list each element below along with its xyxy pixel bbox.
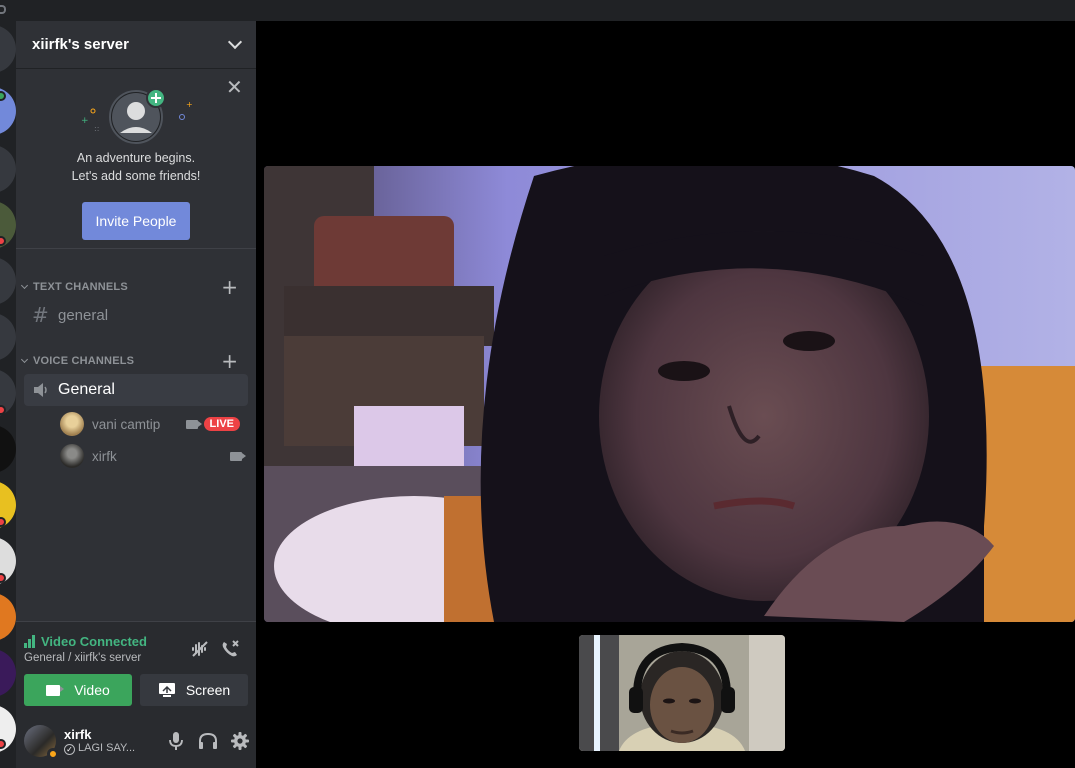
window-corner-icon: [0, 5, 6, 14]
close-icon[interactable]: ✕: [226, 77, 243, 97]
voice-user[interactable]: xirfk: [60, 441, 248, 471]
server-header[interactable]: xiirfk's server: [16, 21, 256, 69]
screen-share-icon: [158, 683, 175, 697]
user-panel: xirfk ✓ LAGI SAY...: [16, 713, 256, 768]
user-info[interactable]: xirfk ✓ LAGI SAY...: [64, 727, 160, 755]
microphone-icon: [169, 731, 183, 750]
user-settings-button[interactable]: [224, 725, 256, 757]
video-camera-icon: [46, 684, 65, 696]
voice-connection-panel: Video Connected General / xiirfk's serve…: [16, 621, 256, 713]
category-voice-channels[interactable]: VOICE CHANNELS +: [16, 351, 256, 371]
svg-text:+: +: [81, 116, 89, 126]
svg-text:+: +: [186, 100, 193, 109]
notification-dot: [0, 573, 6, 583]
add-channel-icon[interactable]: +: [221, 351, 238, 371]
server-icon[interactable]: [0, 25, 16, 73]
idle-status-icon: [47, 747, 59, 760]
live-badge: LIVE: [203, 417, 240, 431]
custom-status: ✓ LAGI SAY...: [64, 742, 160, 755]
notification-dot: [0, 517, 6, 527]
chevron-down-icon: [20, 281, 29, 290]
video-button[interactable]: Video: [24, 674, 132, 706]
video-tile-xirfk[interactable]: [579, 635, 785, 751]
deafen-button[interactable]: [192, 725, 224, 757]
invite-line-1: An adventure begins.: [76, 151, 196, 165]
mute-button[interactable]: [160, 725, 192, 757]
screen-share-button[interactable]: Screen: [140, 674, 248, 706]
gear-icon: [231, 731, 249, 750]
avatar: [60, 444, 84, 468]
voice-video-stage: [256, 21, 1075, 768]
chevron-down-icon: [20, 355, 29, 364]
connection-status[interactable]: Video Connected: [24, 634, 147, 649]
avatar: [60, 412, 84, 436]
invite-line-2: Let's add some friends!: [71, 169, 201, 183]
svg-text:::: ::: [94, 124, 99, 133]
connection-status-label: Video Connected: [41, 634, 147, 649]
check-circle-icon: ✓: [64, 743, 75, 755]
category-label: VOICE CHANNELS: [33, 355, 135, 367]
video-tile-vani-camtip[interactable]: [264, 166, 1075, 622]
channel-name: General: [58, 381, 115, 398]
webcam-feed-image: [579, 635, 785, 751]
connection-channel[interactable]: General / xiirfk's server: [24, 652, 141, 664]
voice-user-name: xirfk: [92, 448, 117, 464]
server-icon[interactable]: [0, 649, 16, 697]
webcam-feed-image: [264, 166, 1075, 622]
notification-dot: [0, 405, 6, 415]
invite-message: An adventure begins. Let's add some frie…: [16, 149, 256, 185]
voice-user[interactable]: vani camtip LIVE: [60, 409, 248, 439]
disconnect-call-icon[interactable]: [219, 638, 241, 660]
category-label: TEXT CHANNELS: [33, 281, 128, 293]
channel-general-text[interactable]: # general: [24, 299, 248, 331]
headphones-icon: [199, 732, 217, 749]
hash-icon: #: [32, 303, 49, 327]
chevron-down-icon[interactable]: [227, 34, 243, 50]
invite-people-button[interactable]: Invite People: [82, 202, 190, 240]
custom-status-text: LAGI SAY...: [78, 741, 136, 754]
user-avatar[interactable]: [24, 724, 59, 760]
server-name: xiirfk's server: [32, 36, 129, 53]
server-icon[interactable]: [0, 313, 16, 361]
user-name: xirfk: [64, 726, 92, 742]
add-channel-icon[interactable]: +: [221, 277, 238, 297]
server-rail: [0, 21, 16, 768]
channel-general-voice[interactable]: General: [24, 374, 248, 406]
video-camera-icon: [185, 419, 202, 429]
noise-suppression-icon[interactable]: [189, 638, 211, 660]
title-bar: [0, 0, 1075, 21]
server-icon[interactable]: [0, 593, 16, 641]
speaker-icon: [34, 383, 47, 397]
signal-bars-icon: [24, 635, 36, 648]
category-text-channels[interactable]: TEXT CHANNELS +: [16, 277, 256, 297]
voice-user-name: vani camtip: [92, 416, 161, 432]
friends-illustration-icon: + :: +: [81, 88, 193, 144]
server-icon[interactable]: [0, 425, 16, 473]
screen-button-label: Screen: [185, 682, 231, 698]
channel-sidebar: xiirfk's server ✕ + :: + An adventure be…: [16, 21, 256, 768]
server-icon[interactable]: [0, 145, 16, 193]
video-button-label: Video: [74, 682, 110, 698]
channel-name: general: [58, 306, 109, 324]
video-camera-icon: [230, 451, 246, 461]
server-icon[interactable]: [0, 257, 16, 305]
